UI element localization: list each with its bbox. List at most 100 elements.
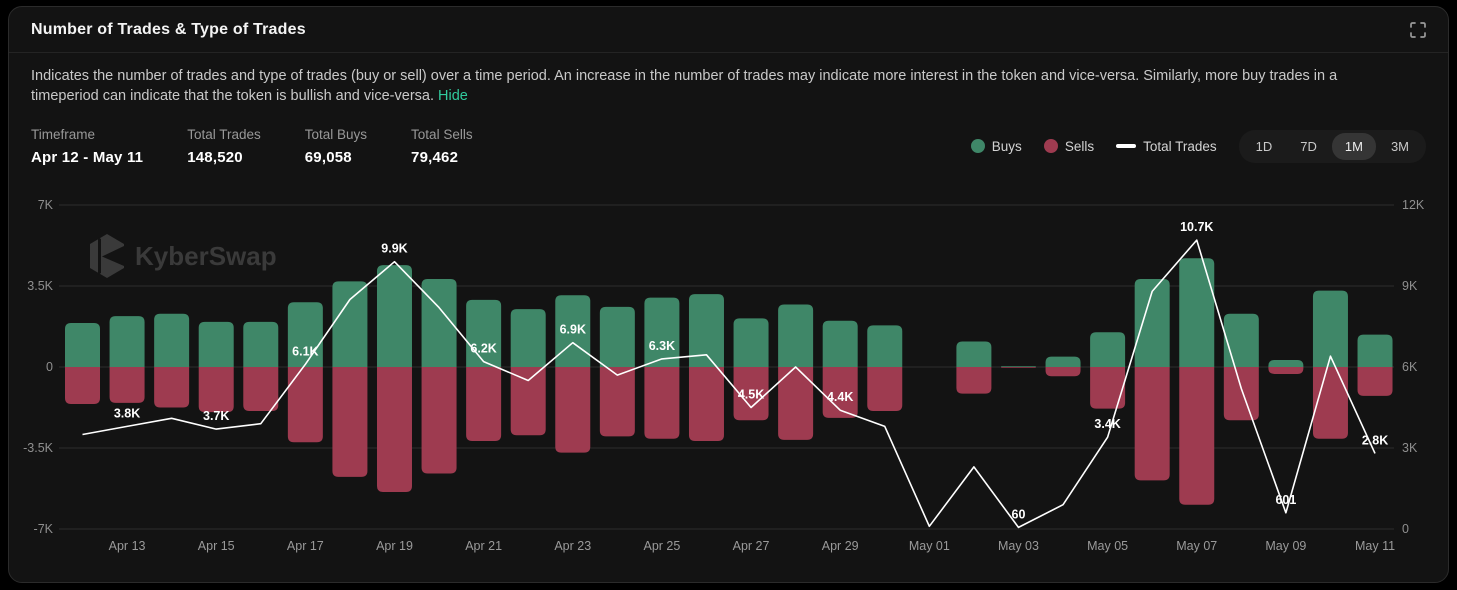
x-axis-tick: May 07 [1176,539,1217,553]
legend-label: Sells [1065,139,1094,154]
bar-buys[interactable] [154,314,189,367]
panel-header: Number of Trades & Type of Trades [9,7,1448,53]
bar-sells[interactable] [110,367,145,403]
bar-buys[interactable] [1268,360,1303,367]
bar-buys[interactable] [956,342,991,367]
legend-item-total-trades: Total Trades [1116,139,1217,154]
chart-area[interactable]: KyberSwap7K12K3.5K9K06K-3.5K3K-7K0Apr 13… [9,179,1448,562]
trades-chart-panel: Number of Trades & Type of Trades Indica… [8,6,1449,583]
stat-label: Total Trades [187,127,261,142]
bar-buys[interactable] [1179,258,1214,367]
right-axis-tick: 12K [1402,198,1425,212]
timeframe-button-3m[interactable]: 3M [1378,133,1422,160]
left-axis-tick: 0 [46,360,53,374]
bar-buys[interactable] [734,318,769,367]
x-axis-tick: Apr 15 [198,539,235,553]
bar-sells[interactable] [288,367,323,442]
bar-buys[interactable] [1224,314,1259,367]
description-text: Indicates the number of trades and type … [31,68,1337,104]
bar-buys[interactable] [466,300,501,367]
line-point-label: 6.2K [470,342,496,356]
line-point-label: 3.8K [114,406,140,420]
line-point-label: 10.7K [1180,220,1213,234]
line-point-label: 6.3K [649,339,675,353]
bar-sells[interactable] [956,367,991,394]
stat-total-sells: Total Sells 79,462 [411,127,473,166]
bar-sells[interactable] [65,367,100,404]
hide-link[interactable]: Hide [438,88,468,104]
bar-sells[interactable] [1046,367,1081,376]
legend-item-buys: Buys [971,139,1022,154]
bar-buys[interactable] [600,307,635,367]
bar-sells[interactable] [377,367,412,492]
line-point-label: 601 [1275,493,1296,507]
stat-value: 69,058 [305,149,367,166]
bar-buys[interactable] [243,322,278,367]
watermark-text: KyberSwap [135,241,277,271]
right-axis-tick: 9K [1402,279,1418,293]
bar-buys[interactable] [511,309,546,367]
bar-buys[interactable] [332,281,367,367]
bar-buys[interactable] [1358,335,1393,367]
bar-sells[interactable] [644,367,679,439]
timeframe-button-1m[interactable]: 1M [1332,133,1376,160]
bar-buys[interactable] [644,298,679,367]
line-point-label: 4.4K [827,390,853,404]
bar-sells[interactable] [332,367,367,477]
fullscreen-button[interactable] [1408,20,1428,40]
bar-buys[interactable] [867,325,902,367]
bar-buys[interactable] [778,305,813,367]
bar-buys[interactable] [1046,357,1081,367]
timeframe-button-7d[interactable]: 7D [1287,133,1330,160]
bar-sells[interactable] [1090,367,1125,409]
bar-sells[interactable] [422,367,457,473]
bar-sells[interactable] [1001,367,1036,368]
bar-sells[interactable] [1268,367,1303,374]
bar-sells[interactable] [867,367,902,411]
bar-sells[interactable] [243,367,278,411]
bar-sells[interactable] [555,367,590,453]
chart-description: Indicates the number of trades and type … [9,53,1419,106]
stat-label: Total Sells [411,127,473,142]
x-axis-tick: Apr 23 [554,539,591,553]
stat-value: 148,520 [187,149,261,166]
bar-buys[interactable] [65,323,100,367]
bar-sells[interactable] [466,367,501,441]
bar-buys[interactable] [199,322,234,367]
bar-sells[interactable] [1358,367,1393,396]
bar-sells[interactable] [689,367,724,441]
stat-timeframe: Timeframe Apr 12 - May 11 [31,127,143,166]
x-axis-tick: Apr 27 [733,539,770,553]
bar-sells[interactable] [600,367,635,436]
bar-sells[interactable] [511,367,546,435]
stat-total-buys: Total Buys 69,058 [305,127,367,166]
line-point-label: 2.8K [1362,433,1388,447]
page-title: Number of Trades & Type of Trades [31,21,306,39]
left-axis-tick: -3.5K [23,441,54,455]
bar-buys[interactable] [377,265,412,367]
right-axis-tick: 3K [1402,441,1418,455]
stats-row: Timeframe Apr 12 - May 11 Total Trades 1… [9,123,1448,169]
bar-buys[interactable] [823,321,858,367]
stat-total-trades: Total Trades 148,520 [187,127,261,166]
bar-sells[interactable] [1224,367,1259,420]
line-point-label: 6.1K [292,344,318,358]
bar-buys[interactable] [110,316,145,367]
trades-chart[interactable]: KyberSwap7K12K3.5K9K06K-3.5K3K-7K0Apr 13… [9,179,1448,557]
x-axis-tick: May 09 [1265,539,1306,553]
buys-dot-icon [971,139,985,153]
bar-sells[interactable] [154,367,189,408]
bar-buys[interactable] [1090,332,1125,367]
sells-dot-icon [1044,139,1058,153]
timeframe-button-1d[interactable]: 1D [1243,133,1286,160]
line-icon [1116,144,1136,148]
bar-sells[interactable] [1179,367,1214,505]
x-axis-tick: May 05 [1087,539,1128,553]
legend-label: Total Trades [1143,139,1217,154]
bar-sells[interactable] [1313,367,1348,439]
x-axis-tick: May 03 [998,539,1039,553]
bar-buys[interactable] [1001,366,1036,367]
left-axis-tick: 3.5K [27,279,53,293]
bar-sells[interactable] [1135,367,1170,480]
bar-sells[interactable] [199,367,234,412]
